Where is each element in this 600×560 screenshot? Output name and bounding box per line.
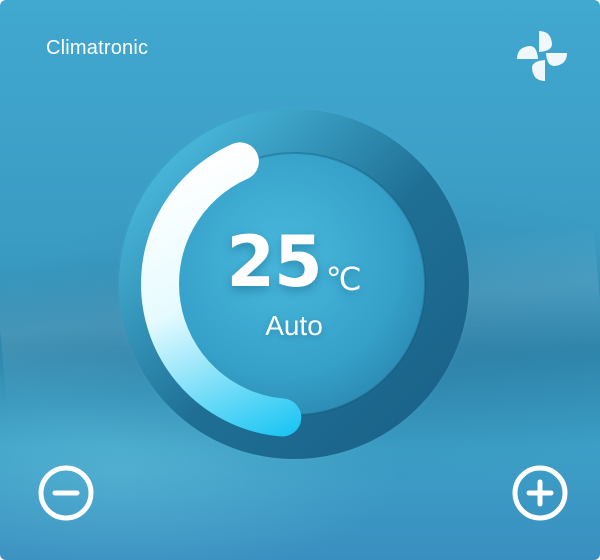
- increase-temperature-button[interactable]: [511, 464, 569, 522]
- plus-circle-icon: [512, 465, 568, 521]
- temperature-unit: ℃: [325, 260, 362, 298]
- temperature-value: 25: [226, 221, 322, 303]
- minus-circle-icon: [38, 465, 94, 521]
- mode-label: Auto: [265, 310, 323, 341]
- fan-button[interactable]: [514, 28, 570, 84]
- app-title: Climatronic: [46, 37, 149, 59]
- temperature-dial[interactable]: 25 ℃ Auto: [114, 104, 474, 464]
- temperature-display: 25 ℃: [114, 227, 474, 297]
- climate-panel: Climatronic 25 ℃ Auto: [0, 0, 600, 560]
- temperature-readout: 25 ℃ Auto: [114, 104, 474, 464]
- decrease-temperature-button[interactable]: [37, 464, 95, 522]
- fan-icon: [517, 31, 567, 81]
